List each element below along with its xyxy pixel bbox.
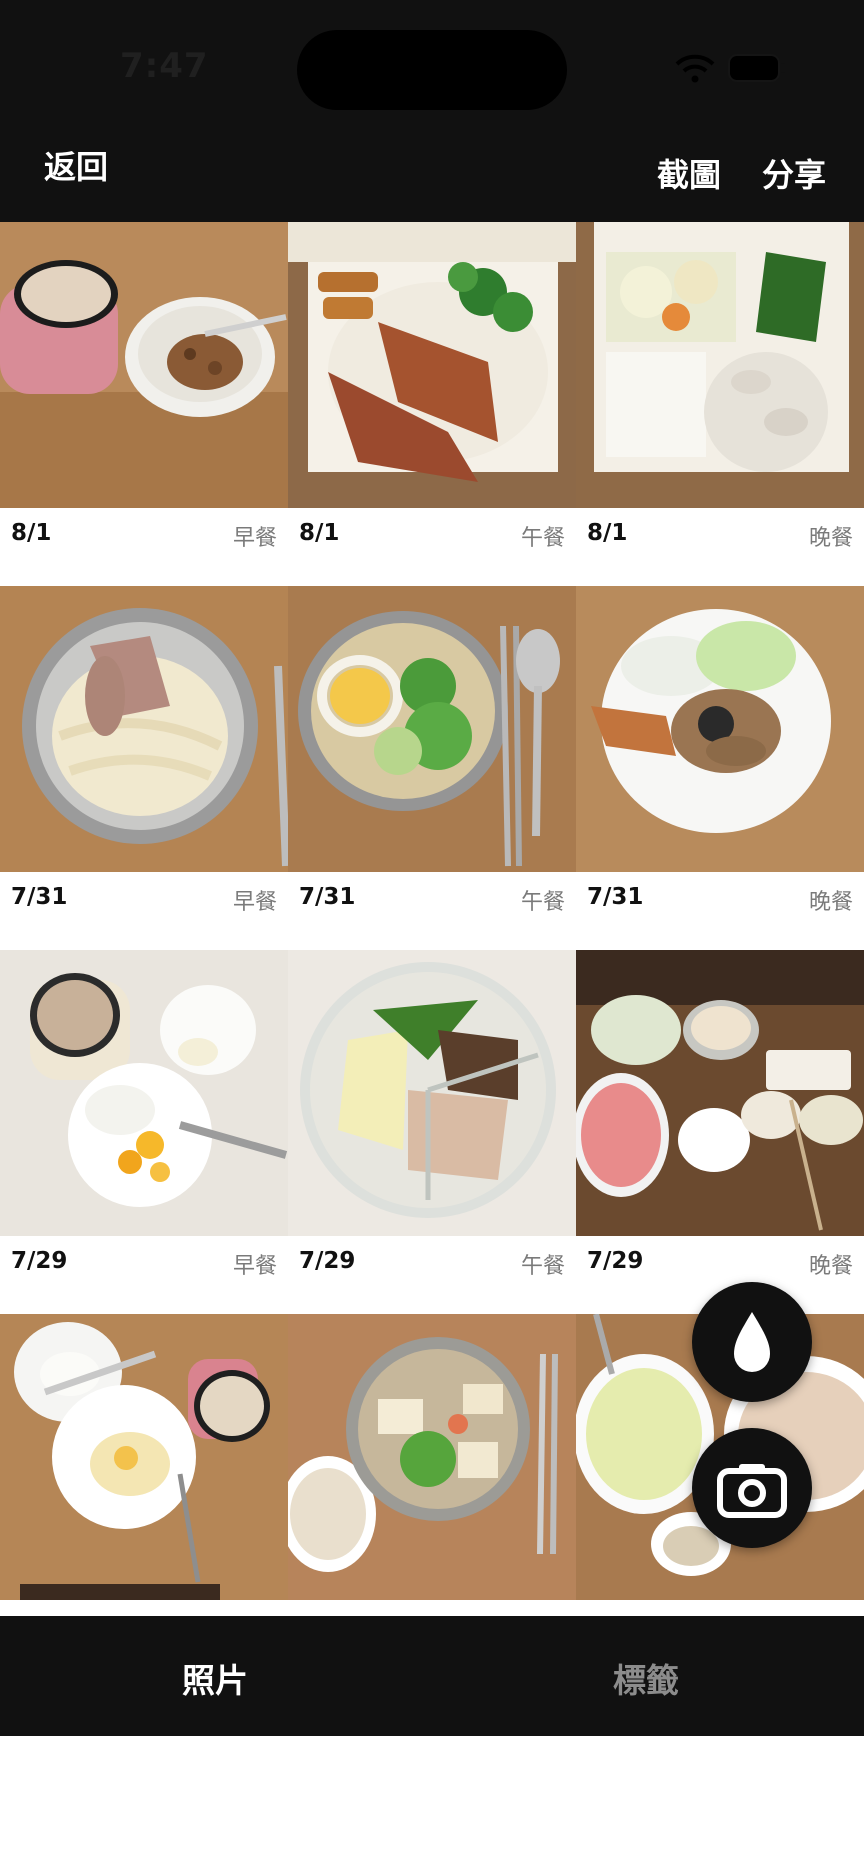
screenshot-button[interactable]: 截圖: [657, 150, 721, 196]
tab-tags[interactable]: 標籤: [613, 1654, 679, 1702]
meal-photo[interactable]: [288, 586, 576, 872]
water-drop-icon: [734, 1312, 770, 1372]
meal-photo[interactable]: [576, 950, 864, 1236]
tile-date: 7/31: [587, 884, 644, 910]
tab-bar: 照片 標籤: [0, 1616, 864, 1736]
camera-button[interactable]: [692, 1428, 812, 1548]
back-button[interactable]: 返回: [44, 142, 108, 188]
meal-photo[interactable]: [288, 950, 576, 1236]
nav-bar: 返回 截圖 分享: [0, 110, 864, 222]
tile-meal: 午餐: [520, 1254, 565, 1279]
meal-photo[interactable]: [288, 222, 576, 508]
home-indicator-area: [0, 1736, 864, 1870]
status-bar: 7:47: [0, 0, 864, 110]
meal-photo[interactable]: [288, 1314, 576, 1600]
photo-tile[interactable]: 7/29 晚餐: [576, 950, 864, 1314]
photo-tile[interactable]: 8/1 晚餐: [576, 222, 864, 586]
tile-date: 7/29: [299, 1248, 356, 1274]
dynamic-island: [297, 30, 567, 110]
meal-photo[interactable]: [0, 950, 288, 1236]
wifi-icon: [675, 54, 715, 83]
battery-cap: [781, 63, 785, 73]
tile-date: 8/1: [587, 520, 628, 546]
tile-meal: 晚餐: [808, 526, 853, 551]
tile-date: 7/29: [11, 1248, 68, 1274]
camera-icon: [717, 1464, 787, 1518]
status-time: 7:47: [120, 46, 209, 86]
tile-meal: 晚餐: [808, 890, 853, 915]
tile-meal: 早餐: [232, 526, 277, 551]
photo-tile[interactable]: 8/1 早餐: [0, 222, 288, 586]
water-log-button[interactable]: [692, 1282, 812, 1402]
screen: 7:47 返回 截圖 分享 8/1 早餐 8/1 午餐 8/1 晚餐 7/31 …: [0, 0, 864, 1870]
photo-tile[interactable]: 8/1 午餐: [288, 222, 576, 586]
tab-photos[interactable]: 照片: [182, 1654, 248, 1702]
meal-photo[interactable]: [0, 586, 288, 872]
share-button[interactable]: 分享: [762, 150, 826, 196]
tile-date: 8/1: [11, 520, 52, 546]
meal-photo[interactable]: [576, 222, 864, 508]
tile-meal: 午餐: [520, 526, 565, 551]
tile-meal: 午餐: [520, 890, 565, 915]
tile-meal: 早餐: [232, 1254, 277, 1279]
meal-photo[interactable]: [576, 586, 864, 872]
tile-date: 7/31: [11, 884, 68, 910]
meal-photo[interactable]: [0, 222, 288, 508]
photo-tile[interactable]: 7/31 午餐: [288, 586, 576, 950]
tile-meal: 晚餐: [808, 1254, 853, 1279]
battery-icon: [730, 56, 778, 80]
photo-tile[interactable]: 7/31 晚餐: [576, 586, 864, 950]
tile-date: 7/31: [299, 884, 356, 910]
tile-meal: 早餐: [232, 890, 277, 915]
tile-date: 7/29: [587, 1248, 644, 1274]
photo-tile[interactable]: 7/29 午餐: [288, 950, 576, 1314]
photo-tile[interactable]: 7/29 早餐: [0, 950, 288, 1314]
tile-date: 8/1: [299, 520, 340, 546]
meal-photo[interactable]: [0, 1314, 288, 1600]
photo-tile[interactable]: 7/31 早餐: [0, 586, 288, 950]
